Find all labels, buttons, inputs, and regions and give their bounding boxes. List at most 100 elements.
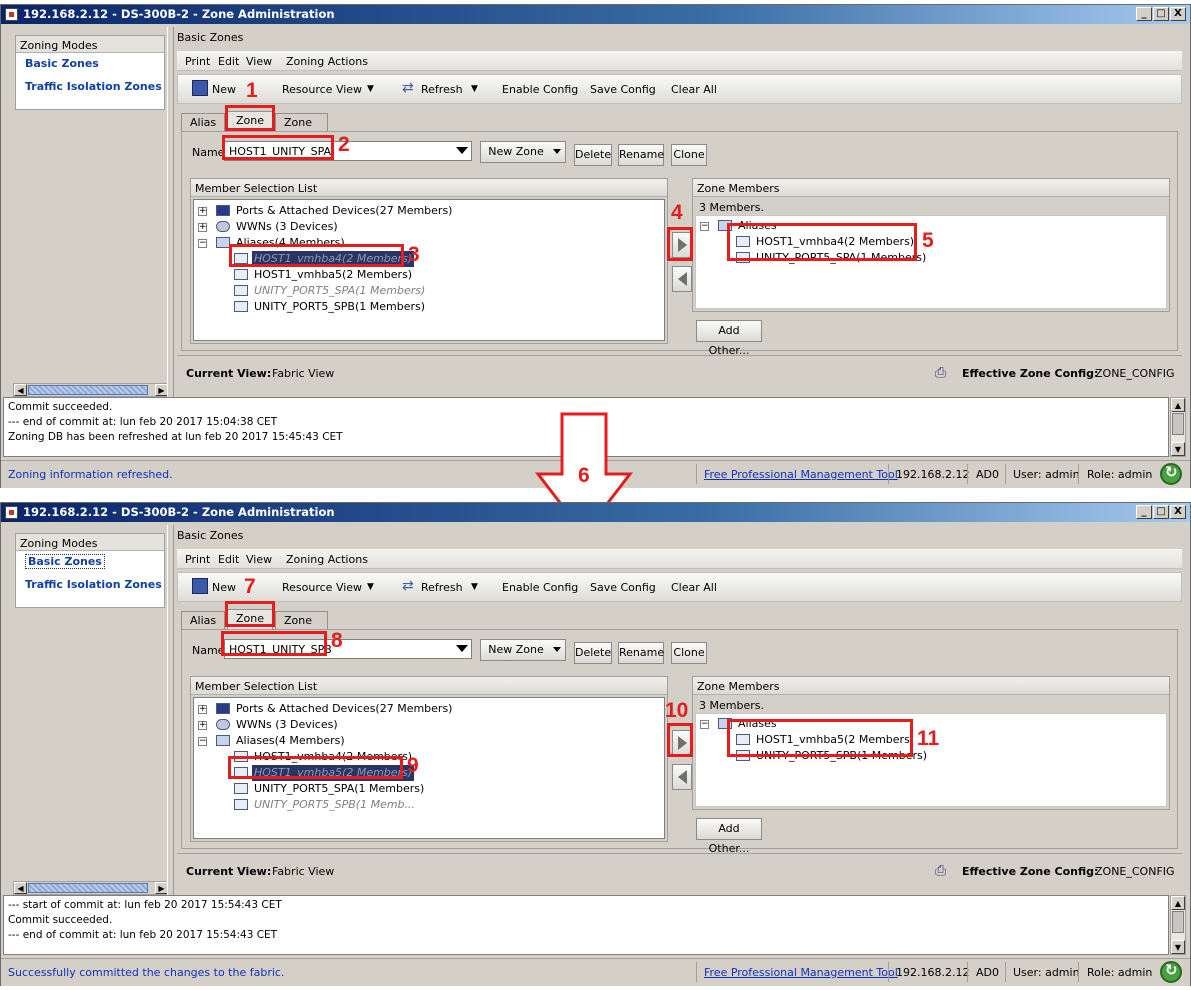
zone-members-count: 3 Members.	[699, 201, 764, 214]
dropdown-arrow-icon[interactable]	[456, 147, 468, 154]
scroll-up-icon[interactable]: ▲	[1171, 398, 1185, 412]
save-config-button[interactable]: Save Config	[590, 581, 656, 594]
menu-print[interactable]: Print	[185, 55, 210, 68]
resource-view-dropdown-icon[interactable]: ▼	[367, 582, 374, 592]
tab-alias[interactable]: Alias	[181, 611, 226, 629]
status-ad: AD0	[976, 468, 999, 481]
delete-button[interactable]: Delete	[574, 144, 612, 166]
log-vertical-scrollbar[interactable]: ▲ ▼	[1170, 895, 1186, 955]
scroll-up-icon[interactable]: ▲	[1171, 896, 1185, 910]
basic-zones-link[interactable]: Basic Zones	[16, 551, 164, 574]
refresh-dropdown-icon[interactable]: ▼	[471, 582, 478, 592]
collapse-icon[interactable]: −	[198, 239, 207, 248]
resource-view-button[interactable]: Resource View	[282, 581, 362, 594]
current-view-label: Current View:	[186, 865, 272, 878]
clone-button[interactable]: Clone	[671, 642, 707, 664]
zoning-modes-header: Zoning Modes	[16, 36, 164, 53]
status-role: Role: admin	[1087, 966, 1153, 979]
scroll-thumb[interactable]	[28, 883, 148, 893]
zone-members-header: Zone Members	[693, 677, 1169, 695]
annotation-box-zone-name	[221, 631, 327, 656]
new-button[interactable]: New	[212, 581, 236, 594]
minimize-button[interactable]: _	[1136, 7, 1152, 21]
menu-print[interactable]: Print	[185, 553, 210, 566]
traffic-isolation-zones-link[interactable]: Traffic Isolation Zones	[16, 76, 164, 99]
log-vertical-scrollbar[interactable]: ▲ ▼	[1170, 397, 1186, 457]
rename-button[interactable]: Rename	[618, 144, 664, 166]
printer-icon[interactable]: ⎙	[935, 863, 946, 879]
menu-edit[interactable]: Edit	[218, 553, 239, 566]
printer-icon[interactable]: ⎙	[935, 365, 946, 381]
clear-all-button[interactable]: Clear All	[671, 581, 717, 594]
management-tool-link[interactable]: Free Professional Management Tool	[704, 966, 898, 979]
wwn-icon	[216, 719, 230, 730]
new-icon	[192, 80, 208, 96]
refresh-button[interactable]: Refresh	[421, 581, 463, 594]
view-info-bar: Current View: Fabric View ⎙ Effective Zo…	[177, 355, 1182, 389]
close-button[interactable]: X	[1170, 7, 1186, 21]
splitter[interactable]	[167, 27, 174, 397]
scroll-left-arrow-icon[interactable]: ◀	[14, 882, 27, 894]
resource-view-button[interactable]: Resource View	[282, 83, 362, 96]
maximize-button[interactable]: □	[1153, 505, 1169, 519]
scroll-left-arrow-icon[interactable]: ◀	[14, 384, 27, 396]
expand-icon[interactable]: +	[198, 705, 207, 714]
menu-edit[interactable]: Edit	[218, 55, 239, 68]
expand-icon[interactable]: +	[198, 207, 207, 216]
refresh-status-icon[interactable]	[1160, 961, 1182, 983]
basic-zones-link[interactable]: Basic Zones	[16, 53, 164, 76]
clear-all-button[interactable]: Clear All	[671, 83, 717, 96]
tab-zone-config[interactable]: Zone Config	[275, 113, 329, 142]
new-button[interactable]: New	[212, 83, 236, 96]
management-tool-link[interactable]: Free Professional Management Tool	[704, 468, 898, 481]
refresh-dropdown-icon[interactable]: ▼	[471, 84, 478, 94]
menu-view[interactable]: View	[246, 553, 272, 566]
close-button[interactable]: X	[1170, 505, 1186, 519]
rename-button[interactable]: Rename	[618, 642, 664, 664]
scroll-down-icon[interactable]: ▼	[1171, 442, 1185, 456]
collapse-icon[interactable]: −	[198, 737, 207, 746]
remove-member-arrow-button[interactable]	[672, 764, 692, 790]
clone-button[interactable]: Clone	[671, 144, 707, 166]
enable-config-button[interactable]: Enable Config	[502, 83, 578, 96]
annotation-number-1: 1	[246, 79, 258, 102]
splitter[interactable]	[167, 525, 174, 895]
new-zone-button[interactable]: New Zone	[480, 141, 566, 163]
expand-icon[interactable]: +	[198, 223, 207, 232]
menu-view[interactable]: View	[246, 55, 272, 68]
scroll-down-icon[interactable]: ▼	[1171, 940, 1185, 954]
tab-alias[interactable]: Alias	[181, 113, 226, 131]
traffic-isolation-zones-link[interactable]: Traffic Isolation Zones	[16, 574, 164, 597]
left-horizontal-scrollbar[interactable]: ◀ ▶	[13, 881, 169, 895]
refresh-button[interactable]: Refresh	[421, 83, 463, 96]
enable-config-button[interactable]: Enable Config	[502, 581, 578, 594]
maximize-button[interactable]: □	[1153, 7, 1169, 21]
tab-zone-config[interactable]: Zone Config	[275, 611, 329, 640]
menu-zoning-actions[interactable]: Zoning Actions	[286, 55, 368, 68]
dropdown-arrow-icon[interactable]	[456, 645, 468, 652]
scroll-thumb[interactable]	[1172, 911, 1184, 933]
resource-view-dropdown-icon[interactable]: ▼	[367, 84, 374, 94]
menu-zoning-actions[interactable]: Zoning Actions	[286, 553, 368, 566]
remove-member-arrow-button[interactable]	[672, 266, 692, 292]
scroll-thumb[interactable]	[1172, 413, 1184, 435]
delete-button[interactable]: Delete	[574, 642, 612, 664]
save-config-button[interactable]: Save Config	[590, 83, 656, 96]
toolbar: New Resource View ▼ ⇄ Refresh ▼ Enable C…	[177, 74, 1182, 104]
add-other-button[interactable]: Add Other...	[696, 320, 762, 357]
zoning-modes-box: Zoning Modes Basic Zones Traffic Isolati…	[15, 35, 165, 110]
alias-icon	[234, 285, 248, 296]
scroll-thumb[interactable]	[28, 385, 148, 395]
collapse-icon[interactable]: −	[700, 720, 709, 729]
refresh-status-icon[interactable]	[1160, 463, 1182, 485]
title-bar[interactable]: 192.168.2.12 - DS-300B-2 - Zone Administ…	[1, 503, 1190, 522]
add-other-button[interactable]: Add Other...	[696, 818, 762, 855]
minimize-button[interactable]: _	[1136, 505, 1152, 519]
collapse-icon[interactable]: −	[700, 222, 709, 231]
expand-icon[interactable]: +	[198, 721, 207, 730]
effective-config-value: ZONE_CONFIG	[1095, 865, 1175, 878]
left-horizontal-scrollbar[interactable]: ◀ ▶	[13, 383, 169, 397]
title-bar[interactable]: 192.168.2.12 - DS-300B-2 - Zone Administ…	[1, 5, 1190, 24]
new-zone-button[interactable]: New Zone	[480, 639, 566, 661]
log-area[interactable]: --- start of commit at: lun feb 20 2017 …	[3, 895, 1169, 955]
